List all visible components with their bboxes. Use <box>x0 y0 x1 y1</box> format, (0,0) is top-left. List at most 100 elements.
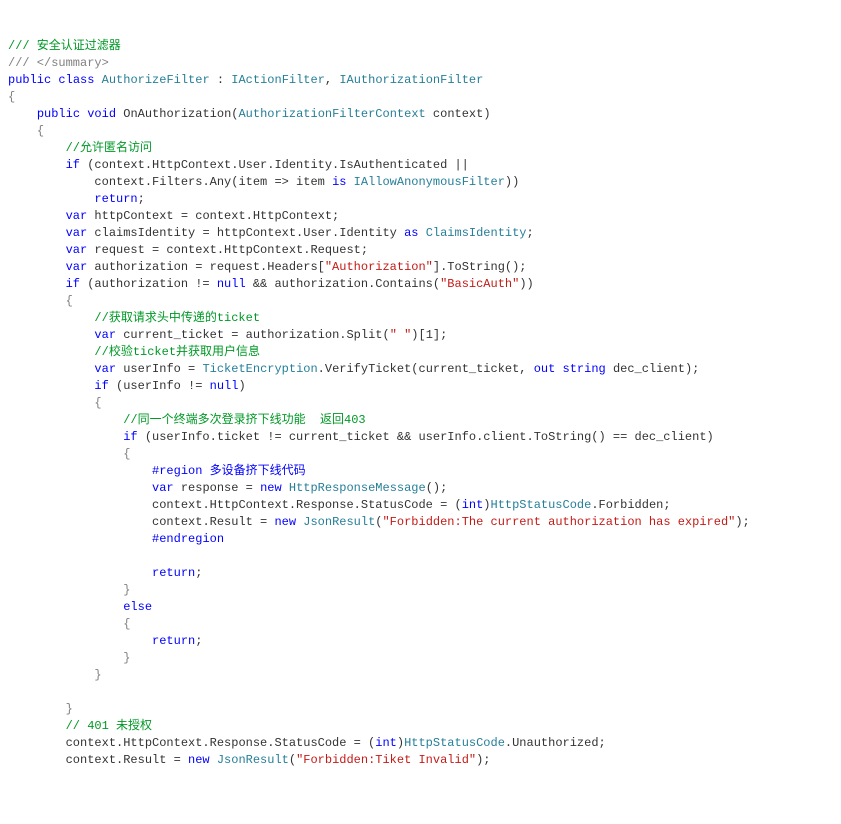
keyword-public: public <box>37 107 80 121</box>
xml-doc-summary-text: /// 安全认证过滤器 <box>8 39 121 53</box>
keyword-class: class <box>58 73 94 87</box>
string-space: " " <box>390 328 412 342</box>
keyword-if: if <box>123 430 137 444</box>
semicolon: ; <box>138 192 145 206</box>
keyword-void: void <box>87 107 116 121</box>
keyword-if: if <box>66 277 80 291</box>
region-end: #endregion <box>152 532 224 546</box>
comment-verify-ticket: //校验ticket并获取用户信息 <box>94 345 260 359</box>
method-OnAuthorization: OnAuthorization <box>123 107 231 121</box>
class-name-IActionFilter: IActionFilter <box>231 73 325 87</box>
keyword-var: var <box>66 260 88 274</box>
code-text: current_ticket = authorization.Split( <box>116 328 390 342</box>
string-forbidden-expired: "Forbidden:The current authorization has… <box>382 515 735 529</box>
brace-open: { <box>37 124 44 138</box>
brace-open: { <box>66 294 73 308</box>
class-name-JsonResult: JsonResult <box>217 753 289 767</box>
code-text: && authorization.Contains( <box>246 277 440 291</box>
brace-open: { <box>94 396 101 410</box>
code-text: ; <box>527 226 534 240</box>
keyword-var: var <box>94 362 116 376</box>
code-text: ) <box>397 736 404 750</box>
class-name-ClaimsIdentity: ClaimsIdentity <box>426 226 527 240</box>
string-authorization-header: "Authorization" <box>325 260 433 274</box>
code-text: ) <box>483 498 490 512</box>
code-text: )) <box>505 175 519 189</box>
keyword-return: return <box>152 634 195 648</box>
class-name-HttpResponseMessage: HttpResponseMessage <box>289 481 426 495</box>
code-text: context.Result = <box>152 515 274 529</box>
string-basicauth: "BasicAuth" <box>440 277 519 291</box>
code-text: (authorization != <box>80 277 217 291</box>
code-text: request = context.HttpContext.Request; <box>87 243 368 257</box>
keyword-return: return <box>152 566 195 580</box>
code-text: context.Result = <box>66 753 188 767</box>
code-text: authorization = request.Headers[ <box>87 260 325 274</box>
brace-close: } <box>123 651 130 665</box>
keyword-new: new <box>188 753 210 767</box>
brace-open: { <box>123 447 130 461</box>
keyword-as: as <box>404 226 418 240</box>
code-text: dec_client); <box>606 362 700 376</box>
code-text: claimsIdentity = httpContext.User.Identi… <box>87 226 404 240</box>
keyword-string: string <box>563 362 606 376</box>
keyword-else: else <box>123 600 152 614</box>
class-name-HttpStatusCode: HttpStatusCode <box>404 736 505 750</box>
brace-close: } <box>123 583 130 597</box>
keyword-public: public <box>8 73 51 87</box>
code-text: context.Filters.Any(item => item <box>94 175 332 189</box>
code-text: (userInfo.ticket != current_ticket && us… <box>138 430 714 444</box>
keyword-int: int <box>462 498 484 512</box>
class-name-HttpStatusCode: HttpStatusCode <box>491 498 592 512</box>
code-text: context.HttpContext.Response.StatusCode … <box>66 736 376 750</box>
code-block: /// 安全认证过滤器 /// </summary> public class … <box>8 38 833 769</box>
keyword-var: var <box>66 243 88 257</box>
code-text: .Unauthorized; <box>505 736 606 750</box>
string-forbidden-tiket-invalid: "Forbidden:Tiket Invalid" <box>296 753 476 767</box>
brace-close: } <box>94 668 101 682</box>
brace-open: { <box>8 90 15 104</box>
semicolon: ; <box>195 634 202 648</box>
code-text: ( <box>289 753 296 767</box>
class-name-AuthorizationFilterContext: AuthorizationFilterContext <box>238 107 425 121</box>
code-text: )[1]; <box>411 328 447 342</box>
keyword-null: null <box>210 379 239 393</box>
code-text: response = <box>174 481 260 495</box>
keyword-is: is <box>332 175 346 189</box>
code-text: context.HttpContext.Response.StatusCode … <box>152 498 462 512</box>
class-name-AuthorizeFilter: AuthorizeFilter <box>102 73 210 87</box>
class-name-IAuthorizationFilter: IAuthorizationFilter <box>339 73 483 87</box>
xml-doc-summary-close: /// </summary> <box>8 56 109 70</box>
keyword-return: return <box>94 192 137 206</box>
region-start: #region 多设备挤下线代码 <box>152 464 306 478</box>
keyword-null: null <box>217 277 246 291</box>
code-text: ].ToString(); <box>433 260 527 274</box>
keyword-var: var <box>94 328 116 342</box>
code-text: ); <box>735 515 749 529</box>
code-text: userInfo = <box>116 362 202 376</box>
code-text: )) <box>519 277 533 291</box>
code-text: .VerifyTicket(current_ticket, <box>318 362 534 376</box>
keyword-var: var <box>66 226 88 240</box>
keyword-new: new <box>260 481 282 495</box>
keyword-var: var <box>152 481 174 495</box>
class-name-IAllowAnonymousFilter: IAllowAnonymousFilter <box>354 175 505 189</box>
class-name-JsonResult: JsonResult <box>303 515 375 529</box>
keyword-int: int <box>375 736 397 750</box>
comment-allow-anonymous: //允许匿名访问 <box>66 141 152 155</box>
code-text: ); <box>476 753 490 767</box>
keyword-if: if <box>94 379 108 393</box>
code-text: ) <box>238 379 245 393</box>
semicolon: ; <box>195 566 202 580</box>
comment-get-ticket: //获取请求头中传递的ticket <box>94 311 260 325</box>
brace-open: { <box>123 617 130 631</box>
keyword-var: var <box>66 209 88 223</box>
keyword-if: if <box>66 158 80 172</box>
code-text: .Forbidden; <box>591 498 670 512</box>
keyword-new: new <box>274 515 296 529</box>
keyword-out: out <box>534 362 556 376</box>
code-text: httpContext = context.HttpContext; <box>87 209 339 223</box>
code-text: (); <box>426 481 448 495</box>
comment-same-terminal: //同一个终端多次登录挤下线功能 返回403 <box>123 413 365 427</box>
brace-close: } <box>66 702 73 716</box>
